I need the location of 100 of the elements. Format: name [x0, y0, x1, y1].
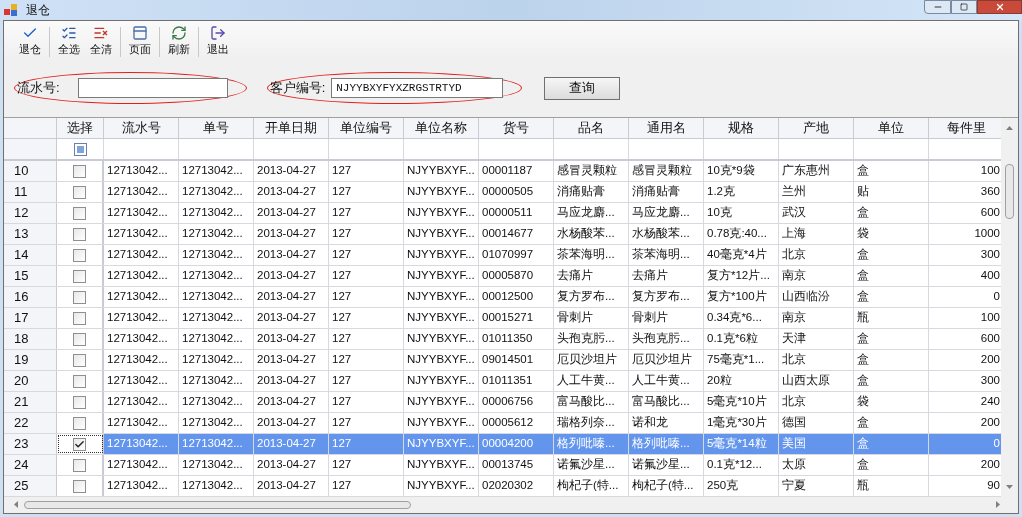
toolbar-button[interactable]: 刷新 [163, 23, 195, 57]
checkbox[interactable] [73, 164, 86, 178]
table-cell: 复方*100片 [704, 287, 779, 307]
checkbox[interactable] [73, 437, 86, 451]
table-cell: 20粒 [704, 371, 779, 391]
table-cell: 瑞格列奈... [554, 413, 629, 433]
checkbox[interactable] [73, 227, 86, 241]
column-header[interactable]: 规格 [704, 118, 779, 138]
row-number: 19 [4, 350, 57, 370]
table-cell: 12713042... [179, 392, 254, 412]
checkbox[interactable] [73, 269, 86, 283]
checkbox[interactable] [73, 185, 86, 199]
close-button[interactable] [977, 0, 1022, 14]
table-cell: 127 [329, 392, 404, 412]
query-button[interactable]: 查询 [544, 76, 621, 100]
table-cell: NJYYBXYF... [404, 161, 479, 181]
table-cell: 127 [329, 308, 404, 328]
column-header[interactable]: 通用名 [629, 118, 704, 138]
checkbox[interactable] [73, 458, 86, 472]
scroll-thumb[interactable] [1005, 164, 1015, 219]
table-cell: 12713042... [104, 308, 179, 328]
text-field[interactable]: NJYYBXYFYXZRGSTRTYD [331, 78, 504, 98]
table-cell: NJYYBXYF... [404, 350, 479, 370]
vertical-scrollbar[interactable] [1001, 118, 1018, 497]
table-cell: 枸杞子(特... [629, 476, 704, 496]
table-cell: 2013-04-27 [254, 329, 329, 349]
table-cell: 12713042... [104, 455, 179, 475]
toolbar-button[interactable]: 全清 [85, 23, 117, 57]
table-cell: 12713042... [179, 371, 254, 391]
table-cell: 2013-04-27 [254, 161, 329, 181]
checkbox[interactable] [73, 290, 86, 304]
table-cell: NJYYBXYF... [404, 455, 479, 475]
checkbox[interactable] [73, 479, 86, 493]
table-cell: NJYYBXYF... [404, 392, 479, 412]
table-cell: 127 [329, 434, 404, 454]
column-header[interactable]: 单位编号 [329, 118, 404, 138]
column-header[interactable]: 货号 [479, 118, 554, 138]
table-cell: 10克*9袋 [704, 161, 779, 181]
column-header[interactable]: 开单日期 [254, 118, 329, 138]
table-cell: 感冒灵颗粒 [629, 161, 704, 181]
table-cell: 水杨酸苯... [554, 224, 629, 244]
table-cell: 复方罗布... [629, 287, 704, 307]
minimize-button[interactable] [924, 0, 951, 14]
table-cell: 广东惠州 [779, 161, 854, 181]
app-icon [4, 3, 18, 17]
column-header[interactable]: 单位名称 [404, 118, 479, 138]
table-cell: 01070997 [479, 245, 554, 265]
table-cell: 12713042... [104, 266, 179, 286]
toolbar-button[interactable]: 页面 [124, 23, 156, 57]
table-cell: NJYYBXYF... [404, 371, 479, 391]
close-icon [994, 2, 1005, 12]
table-cell: 北京 [779, 350, 854, 370]
panel-icon [132, 24, 148, 41]
table-cell: 09014501 [479, 350, 554, 370]
table-cell: 南京 [779, 308, 854, 328]
checkbox[interactable] [73, 311, 86, 325]
column-header[interactable]: 产地 [779, 118, 854, 138]
table-cell: 10克 [704, 203, 779, 223]
table-cell: NJYYBXYF... [404, 329, 479, 349]
checkbox[interactable] [73, 395, 86, 409]
table-cell: 00012500 [479, 287, 554, 307]
checkbox[interactable] [73, 416, 86, 430]
table-cell: 山西太原 [779, 371, 854, 391]
checkbox[interactable] [73, 353, 86, 367]
table-cell: 富马酸比... [629, 392, 704, 412]
maximize-button[interactable] [951, 0, 977, 14]
table-cell: 127 [329, 371, 404, 391]
text-field[interactable] [77, 78, 228, 98]
column-header[interactable]: 单位 [854, 118, 929, 138]
row-number: 21 [4, 392, 57, 412]
column-header[interactable]: 选择 [57, 118, 104, 138]
column-header[interactable]: 流水号 [104, 118, 179, 138]
scroll-thumb[interactable] [24, 500, 411, 509]
table-cell: 00000511 [479, 203, 554, 223]
table-cell: 格列吡嗪... [554, 434, 629, 454]
toolbar-button[interactable]: 退仓 [14, 23, 46, 57]
checkbox[interactable] [73, 332, 86, 346]
table-cell: 上海 [779, 224, 854, 244]
table-cell: 武汉 [779, 203, 854, 223]
table-cell: 12713042... [179, 245, 254, 265]
table-cell: 0 [929, 434, 1002, 454]
checkbox[interactable] [73, 206, 86, 220]
checkbox[interactable] [73, 248, 86, 262]
table-cell: 盒 [854, 455, 929, 475]
table-cell: 127 [329, 329, 404, 349]
row-number: 18 [4, 329, 57, 349]
table-cell: 2013-04-27 [254, 371, 329, 391]
table-cell: 127 [329, 476, 404, 496]
toolbar-button[interactable]: 退出 [202, 23, 234, 57]
checkbox[interactable] [73, 374, 86, 388]
row-number: 12 [4, 203, 57, 223]
column-header[interactable]: 品名 [554, 118, 629, 138]
column-header[interactable]: 单号 [179, 118, 254, 138]
toolbar-button[interactable]: 全选 [53, 23, 85, 57]
table-cell: 250克 [704, 476, 779, 496]
table-cell: 盒 [854, 266, 929, 286]
select-all-checkbox[interactable] [73, 142, 87, 156]
table-cell: 去痛片 [629, 266, 704, 286]
table-cell: 12713042... [104, 161, 179, 181]
table-cell: 骨刺片 [629, 308, 704, 328]
